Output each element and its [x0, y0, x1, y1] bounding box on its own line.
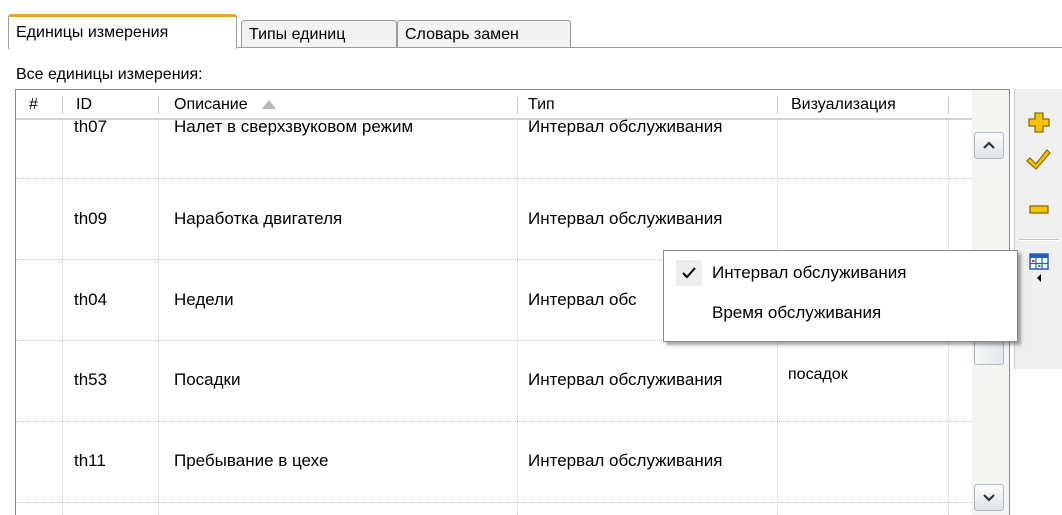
cell-id: th11 [74, 451, 106, 470]
cell-type: Интервал обслуживания [528, 117, 723, 136]
cell-description: Наработка двигателя [174, 209, 343, 228]
tab-units[interactable]: Единицы измерения [8, 14, 237, 49]
cell-description: Посадки [174, 370, 241, 389]
add-button[interactable] [1023, 107, 1055, 137]
sort-ascending-icon [262, 90, 277, 120]
checkmark-icon [676, 260, 702, 286]
tab-unit-types[interactable]: Типы единиц [241, 20, 397, 47]
table-row[interactable]: th53 Посадки Интервал обслуживания посад… [16, 341, 972, 422]
menu-item-service-interval[interactable]: Интервал обслуживания [665, 255, 1016, 291]
column-header-number[interactable]: # [21, 90, 38, 118]
table-row[interactable]: th11 Пребывание в цехе Интервал обслужив… [16, 422, 972, 503]
grid-header: # ID Описание Тип Визуализация [16, 90, 972, 120]
column-header-description-label: Описание [174, 96, 248, 114]
column-header-visualization[interactable]: Визуализация [781, 90, 896, 118]
cell-description: Недели [174, 290, 234, 309]
column-chooser-icon [1029, 253, 1049, 282]
table-row[interactable]: th09 Наработка двигателя Интервал обслуж… [16, 179, 972, 260]
menu-item-label: Интервал обслуживания [712, 263, 907, 282]
column-header-description[interactable]: Описание [164, 90, 277, 120]
cell-id: th09 [74, 209, 108, 228]
cell-type: Интервал обслуживания [528, 370, 723, 389]
apply-button[interactable] [1023, 143, 1055, 173]
table-row[interactable]: th07 Налет в сверхзвуковом режим Интерва… [16, 117, 972, 179]
column-header-type[interactable]: Тип [518, 90, 555, 118]
cell-visualization: посадок [788, 366, 848, 383]
cell-id: th07 [74, 117, 108, 136]
side-toolbar [1014, 89, 1062, 369]
scroll-down-button[interactable] [974, 484, 1004, 511]
cell-id: th04 [74, 290, 108, 309]
column-header-id[interactable]: ID [66, 90, 92, 118]
cell-description: Налет в сверхзвуковом режим [174, 117, 414, 136]
cell-type: Интервал обслуживания [528, 209, 723, 228]
grid-caption: Все единицы измерения: [16, 66, 203, 83]
chevron-up-icon [983, 141, 995, 149]
cell-type: Интервал обслуживания [528, 451, 723, 470]
tab-bar: Единицы измерения Типы единиц Словарь за… [8, 14, 1062, 49]
chevron-down-icon [983, 494, 995, 502]
remove-icon [1029, 205, 1049, 214]
cell-description: Пребывание в цехе [174, 451, 329, 470]
menu-item-service-time[interactable]: Время обслуживания [665, 295, 1016, 331]
apply-check-icon [1026, 149, 1051, 170]
menu-item-label: Время обслуживания [712, 303, 882, 322]
cell-id: th53 [74, 370, 108, 389]
tab-replacement-dictionary[interactable]: Словарь замен [397, 20, 571, 47]
column-chooser-button[interactable] [1023, 251, 1055, 282]
add-icon [1028, 112, 1050, 133]
remove-button[interactable] [1023, 195, 1055, 225]
type-dropdown-menu: Интервал обслуживания Время обслуживания [663, 250, 1018, 342]
cell-type: Интервал обс [528, 290, 637, 309]
scroll-up-button[interactable] [974, 132, 1004, 159]
